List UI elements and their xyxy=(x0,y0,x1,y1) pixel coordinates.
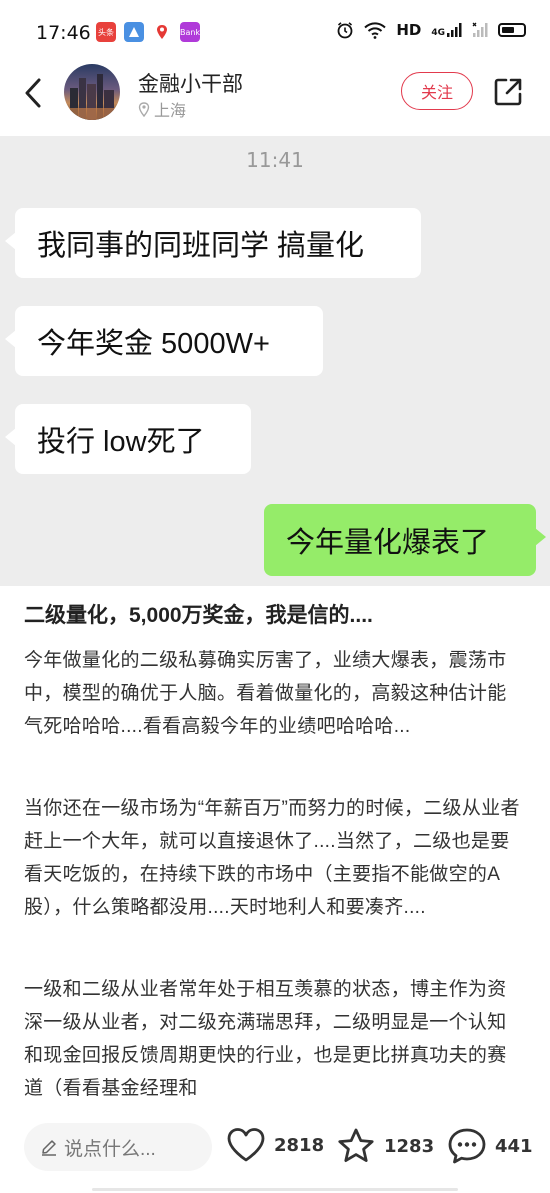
post-header: 金融小干部 上海 关注 xyxy=(0,64,550,134)
pencil-icon xyxy=(42,1140,56,1156)
comment-count: 441 xyxy=(495,1135,533,1157)
article-paragraph: 一级和二级从业者常年处于相互羡慕的状态，博主作为资深一级从业者，对二级充满瑞思拜… xyxy=(24,979,507,1099)
follow-button[interactable]: 关注 xyxy=(401,72,473,110)
status-bar: 17:46 头条 Bank HD 4G xyxy=(0,0,550,64)
comment-input[interactable]: 说点什么... xyxy=(24,1123,212,1171)
bank-app-icon: Bank xyxy=(180,22,200,42)
wifi-icon xyxy=(364,21,387,39)
signal-empty-icon xyxy=(472,22,488,37)
status-time: 17:46 xyxy=(36,22,91,44)
article-title: 二级量化，5,000万奖金，我是信的.... xyxy=(24,604,373,627)
signal-4g-icon: 4G xyxy=(431,22,462,38)
chat-timestamp: 11:41 xyxy=(246,148,304,172)
location-app-icon xyxy=(152,22,172,42)
home-indicator xyxy=(92,1188,458,1191)
network-4g-label: 4G xyxy=(431,28,445,38)
comment-placeholder: 说点什么... xyxy=(64,1138,156,1160)
status-indicators: HD 4G xyxy=(336,21,526,39)
comment-button[interactable]: 441 xyxy=(447,1127,533,1165)
battery-icon xyxy=(498,23,526,37)
chat-screenshot-image[interactable]: 11:41 我同事的同班同学 搞量化 今年奖金 5000W+ 投行 low死了 … xyxy=(0,136,550,586)
incoming-message: 今年奖金 5000W+ xyxy=(5,306,323,376)
heart-icon xyxy=(227,1128,265,1162)
location-pin-icon xyxy=(138,101,150,117)
star-icon xyxy=(338,1128,374,1162)
back-arrow-icon[interactable] xyxy=(20,76,50,110)
network-hd-label: HD xyxy=(396,21,422,39)
notification-icons: 头条 Bank xyxy=(96,22,200,42)
bank-app-label: Bank xyxy=(179,27,201,37)
collect-button[interactable]: 1283 xyxy=(336,1127,434,1165)
incoming-message: 我同事的同班同学 搞量化 xyxy=(5,208,421,278)
comment-bubble-icon xyxy=(448,1128,486,1164)
incoming-message: 投行 low死了 xyxy=(5,404,251,474)
outgoing-message: 今年量化爆表了 xyxy=(264,504,546,576)
like-button[interactable]: 2818 xyxy=(226,1127,324,1163)
author-avatar[interactable] xyxy=(64,64,120,120)
author-location: 上海 xyxy=(138,97,186,121)
toutiao-app-label: 头条 xyxy=(98,27,114,37)
article-paragraph: 今年做量化的二级私募确实厉害了，业绩大爆表，震荡市中，模型的确优于人脑。看着做量… xyxy=(24,650,507,737)
author-name[interactable]: 金融小干部 xyxy=(138,68,243,98)
collect-count: 1283 xyxy=(384,1135,435,1157)
like-count: 2818 xyxy=(274,1134,325,1156)
bottom-action-bar: 说点什么... 2818 1283 441 xyxy=(0,1110,550,1193)
share-icon[interactable] xyxy=(492,76,524,108)
article-paragraph: 当你还在一级市场为“年薪百万”而努力的时候，二级从业者赶上一个大年，就可以直接退… xyxy=(24,798,520,918)
location-text: 上海 xyxy=(154,103,187,120)
toutiao-app-icon: 头条 xyxy=(96,22,116,42)
map-app-icon xyxy=(124,22,144,42)
alarm-icon xyxy=(337,22,353,39)
